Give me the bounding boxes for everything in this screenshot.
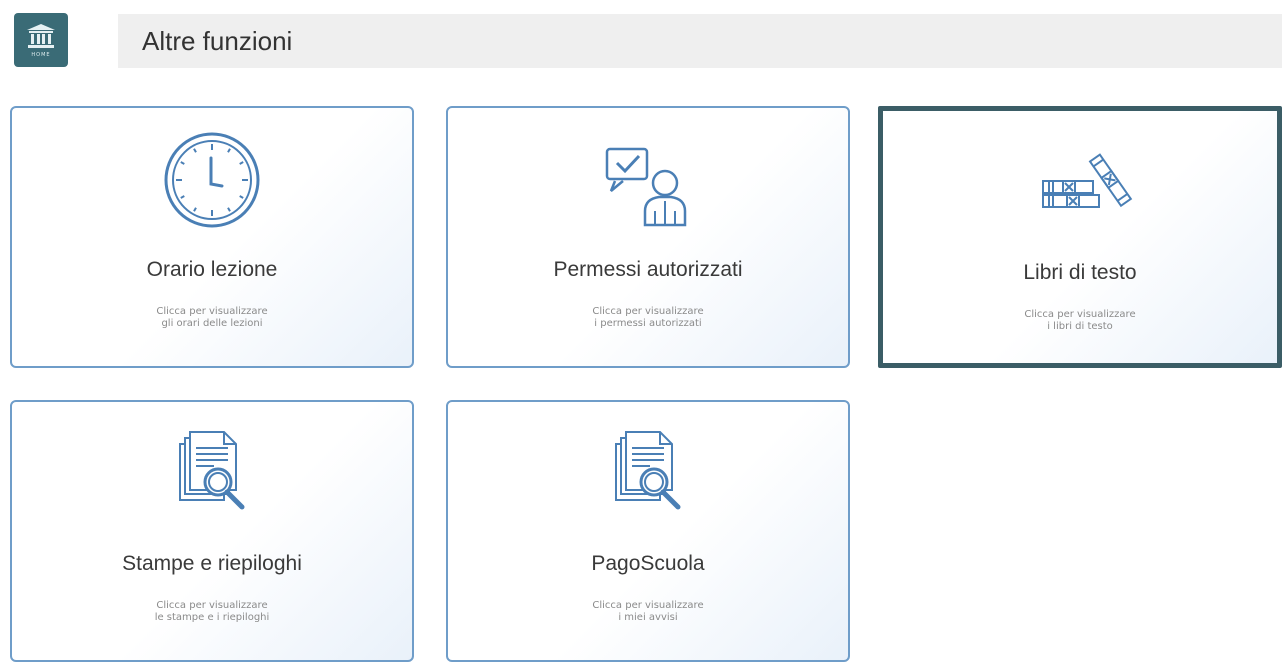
document-search-icon <box>615 431 681 510</box>
card-title: Libri di testo <box>1023 261 1137 284</box>
card-orario-lezione[interactable]: Orario lezione Clicca per visualizzare g… <box>10 106 414 368</box>
page-title: Altre funzioni <box>142 25 293 56</box>
card-pagoscuola[interactable]: PagoScuola Clicca per visualizzare i mie… <box>446 400 850 662</box>
card-subtitle: Clicca per visualizzare gli orari delle … <box>156 306 268 329</box>
user-check-icon <box>605 147 687 227</box>
card-title: Orario lezione <box>146 258 278 281</box>
card-permessi-autorizzati[interactable]: Permessi autorizzati Clicca per visualiz… <box>446 106 850 368</box>
card-title: Stampe e riepiloghi <box>122 552 302 575</box>
document-search-icon <box>179 431 245 510</box>
home-button[interactable]: HOME <box>14 13 68 67</box>
page-header: Altre funzioni <box>118 14 1282 68</box>
books-icon <box>1042 153 1133 208</box>
card-title: Permessi autorizzati <box>553 258 743 281</box>
home-label: HOME <box>31 51 51 58</box>
clock-icon <box>164 132 260 228</box>
card-subtitle: Clicca per visualizzare le stampe e i ri… <box>154 600 270 623</box>
card-subtitle: Clicca per visualizzare i miei avvisi <box>592 600 704 623</box>
card-title: PagoScuola <box>591 552 705 575</box>
card-subtitle: Clicca per visualizzare i permessi autor… <box>592 306 704 329</box>
card-subtitle: Clicca per visualizzare i libri di testo <box>1024 309 1136 332</box>
card-libri-di-testo[interactable]: Libri di testo Clicca per visualizzare i… <box>878 106 1282 368</box>
bank-icon <box>27 23 55 48</box>
card-stampe-e-riepiloghi[interactable]: Stampe e riepiloghi Clicca per visualizz… <box>10 400 414 662</box>
